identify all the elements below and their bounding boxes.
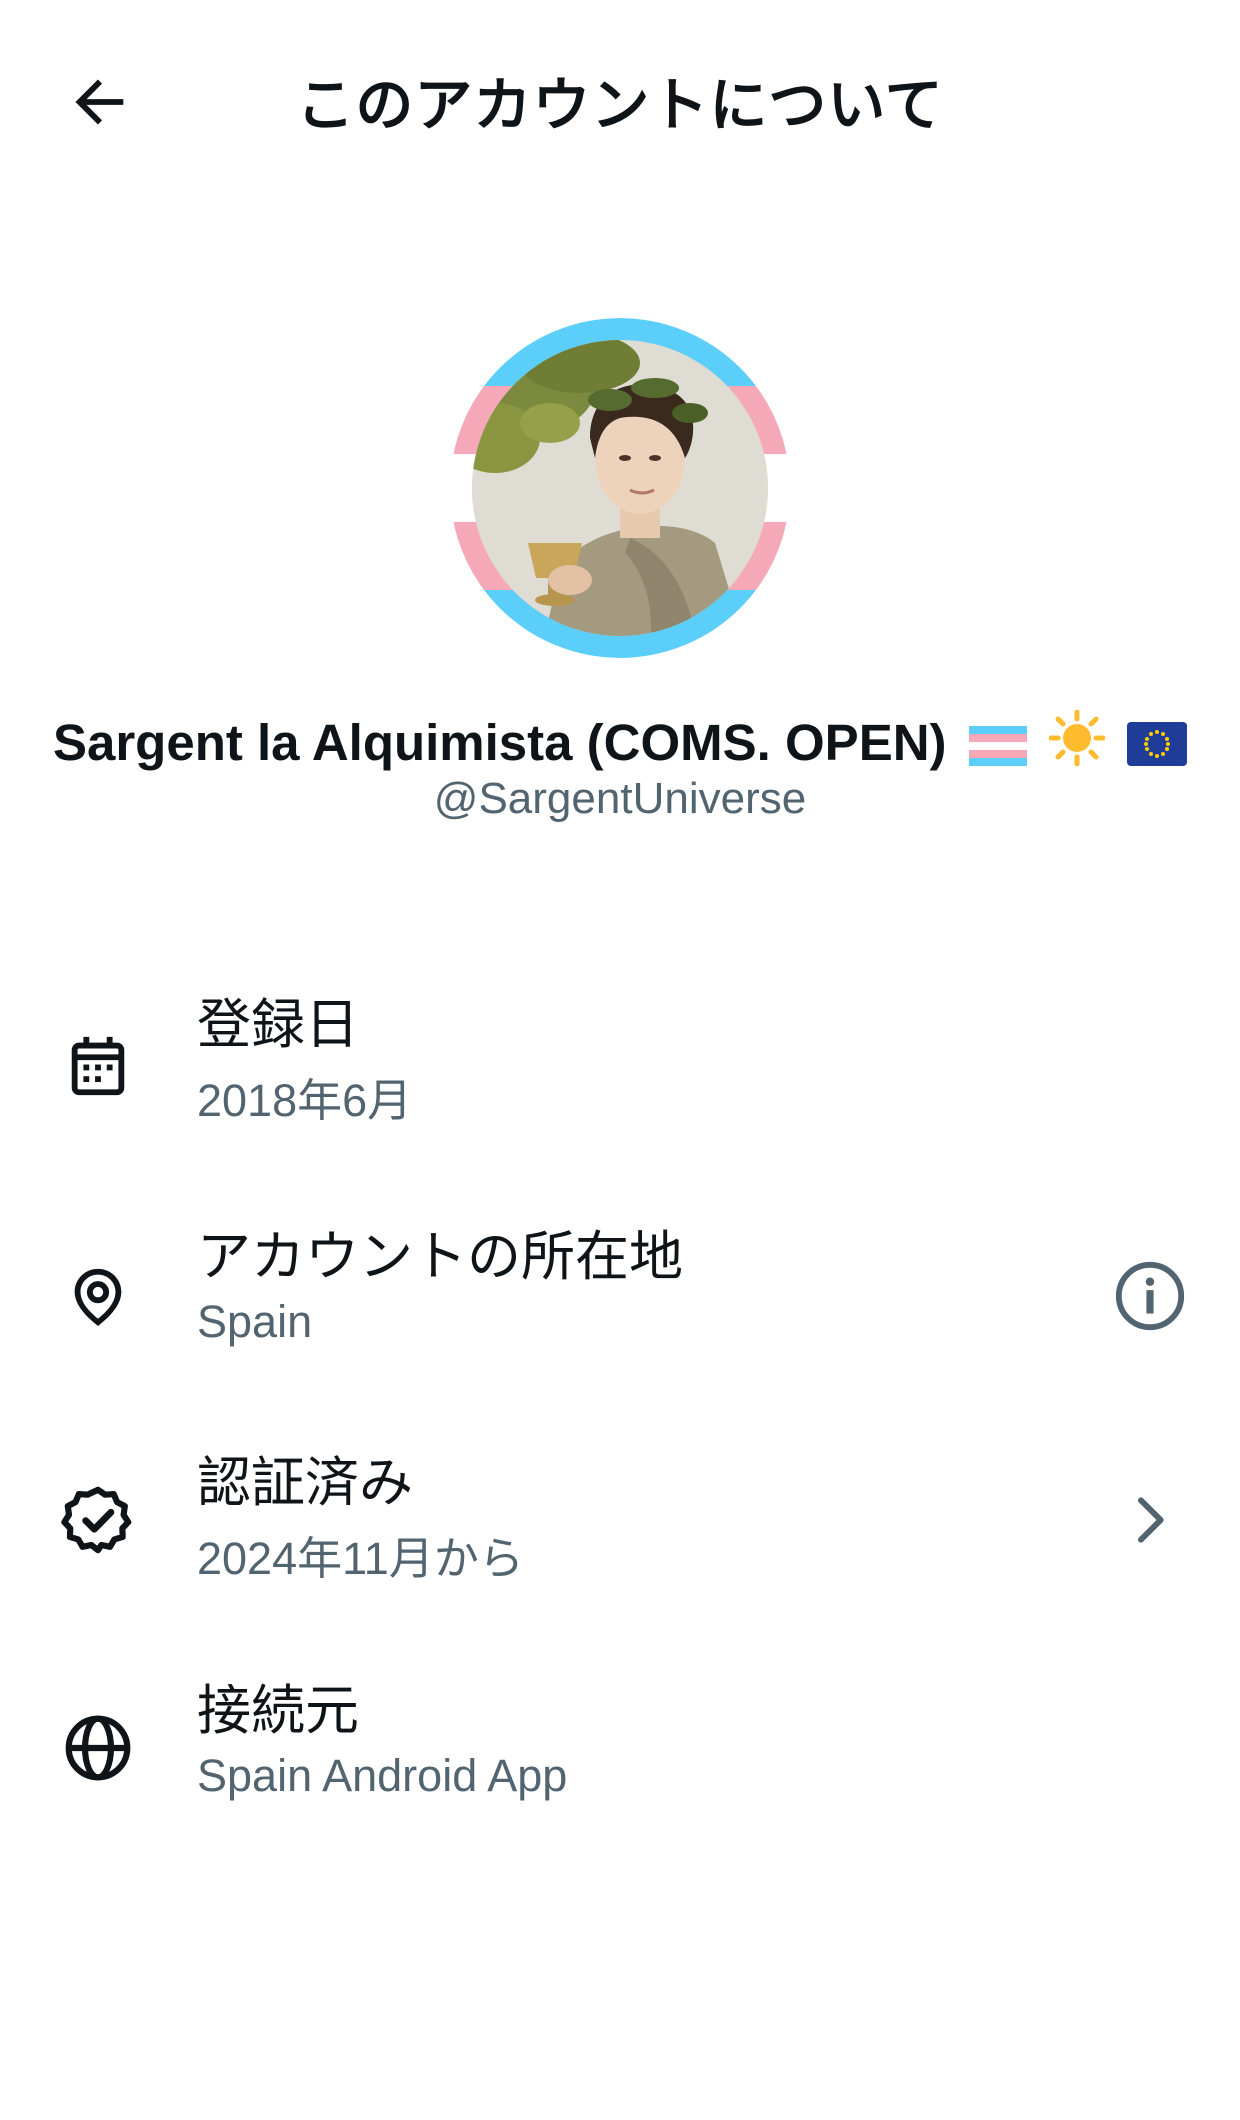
detail-title: 接続元 — [197, 1679, 359, 1742]
detail-value: Spain Android App — [197, 1750, 568, 1801]
user-handle: @SargentUniverse — [433, 774, 807, 823]
detail-title: 登録日 — [197, 993, 359, 1056]
detail-value: Spain — [197, 1296, 313, 1347]
chevron-right-icon — [1138, 1497, 1164, 1543]
detail-title: 認証済み — [197, 1451, 413, 1514]
detail-row-connected-via: 接続元 Spain Android App — [0, 1666, 1240, 1826]
detail-title: アカウントの所在地 — [197, 1225, 683, 1288]
detail-value: 2024年11月から — [197, 1533, 524, 1584]
top-bar: このアカウントについて — [0, 0, 1240, 190]
detail-row-location: アカウントの所在地 Spain — [0, 1212, 1240, 1372]
chevron-right-button[interactable] — [1106, 1476, 1194, 1564]
eu-flag-icon — [1127, 719, 1188, 778]
info-button[interactable] — [1106, 1252, 1194, 1340]
verified-badge-icon — [60, 1482, 136, 1558]
calendar-icon — [60, 1028, 136, 1104]
page-title: このアカウントについて — [296, 71, 944, 139]
detail-value: 2018年6月 — [197, 1075, 413, 1126]
globe-icon — [60, 1710, 136, 1786]
detail-row-verified[interactable]: 認証済み 2024年11月から — [0, 1438, 1240, 1598]
transgender-flag-icon — [968, 719, 1027, 778]
sun-icon — [1048, 709, 1106, 778]
detail-row-joined: 登録日 2018年6月 — [0, 980, 1240, 1150]
avatar — [450, 318, 790, 658]
info-icon — [1115, 1261, 1185, 1331]
location-pin-icon — [60, 1260, 136, 1336]
display-name-text: Sargent la Alquimista (COMS. OPEN) — [52, 714, 947, 771]
display-name: Sargent la Alquimista (COMS. OPEN) — [0, 709, 1240, 778]
